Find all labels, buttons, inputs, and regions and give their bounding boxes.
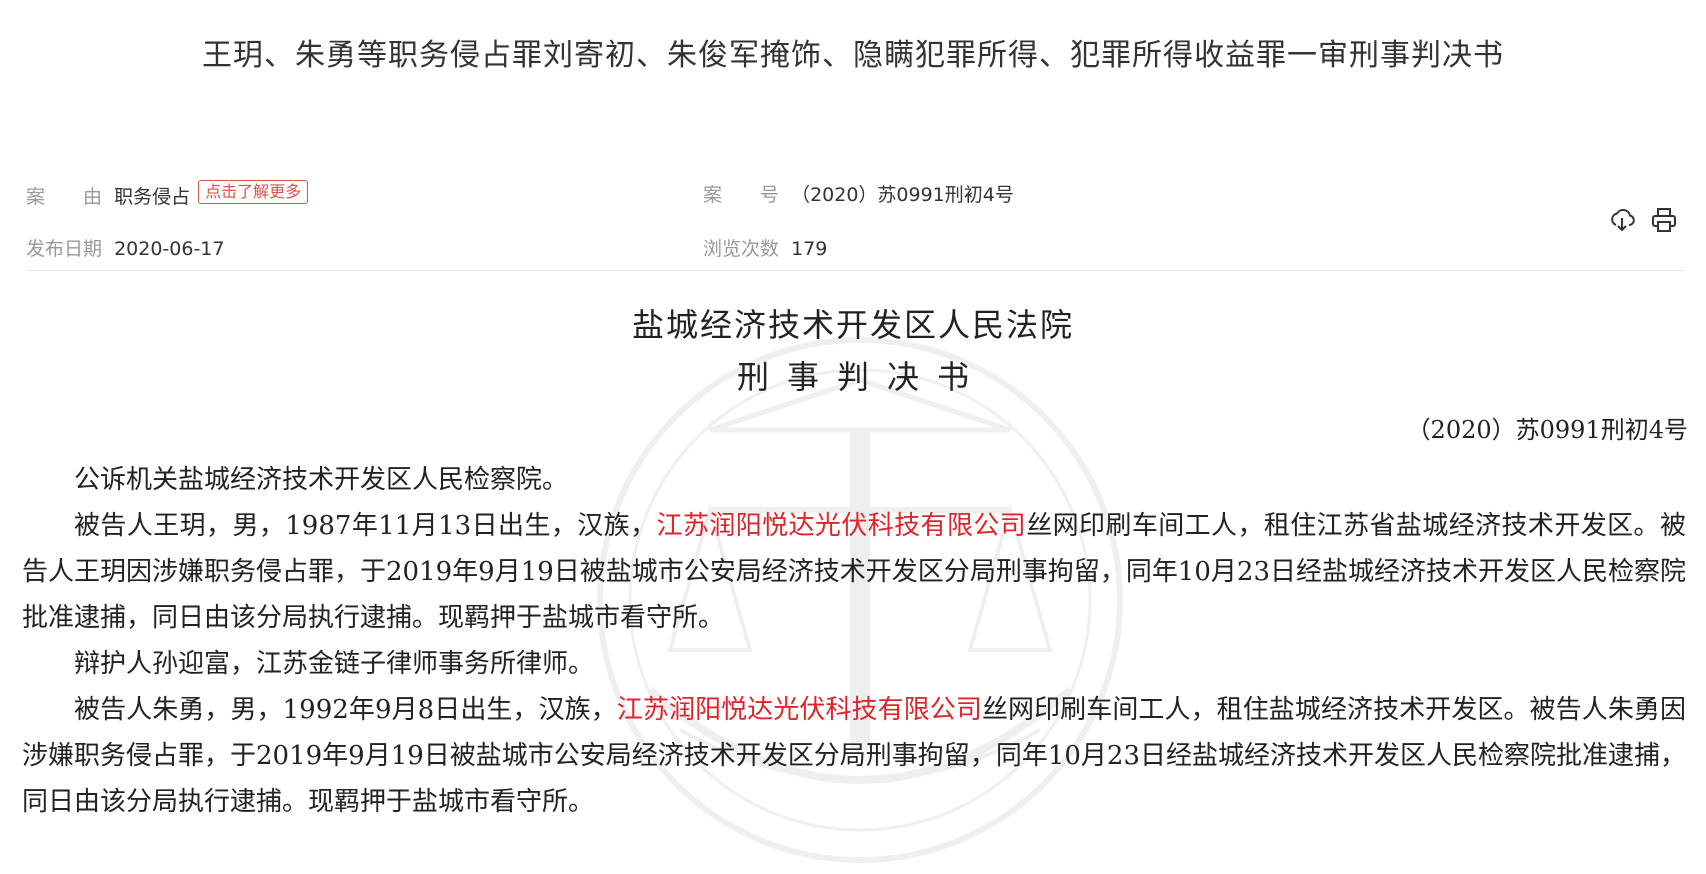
print-icon[interactable] <box>1650 206 1678 234</box>
case-cause-label: 案 由 <box>26 186 103 208</box>
court-name: 盐城经济技术开发区人民法院 <box>631 306 1074 344</box>
toolbar <box>1608 206 1678 234</box>
company-link[interactable]: 江苏润阳悦达光伏科技有限公司 <box>617 695 982 725</box>
paragraph-defender: 辩护人孙迎富，江苏金链子律师事务所律师。 <box>74 649 595 679</box>
paragraph-defendant-2: 被告人朱勇，男，1992年9月8日出生，汉族，江苏润阳悦达光伏科技有限公司丝网印… <box>22 687 1686 825</box>
meta-row-2: 发布日期 2020-06-17 浏览次数 179 <box>26 234 1686 264</box>
paragraph-prosecutor: 公诉机关盐城经济技术开发区人民检察院。 <box>74 465 569 495</box>
paragraph-defendant-1: 被告人王玥，男，1987年11月13日出生，汉族，江苏润阳悦达光伏科技有限公司丝… <box>22 503 1686 641</box>
document-type: 刑事判决书 <box>736 358 987 396</box>
case-cause: 案 由 职务侵占 点击了解更多 <box>26 180 309 212</box>
paragraph-text: 被告人朱勇，男，1992年9月8日出生，汉族， <box>74 695 617 725</box>
case-number-value: （2020）苏0991刑初4号 <box>791 184 1014 206</box>
page-title: 王玥、朱勇等职务侵占罪刘寄初、朱俊军掩饰、隐瞒犯罪所得、犯罪所得收益罪一审刑事判… <box>202 38 1504 73</box>
case-number: 案 号 （2020）苏0991刑初4号 <box>703 180 1014 210</box>
case-number-label: 案 号 <box>703 184 780 206</box>
document-body: 公诉机关盐城经济技术开发区人民检察院。 被告人王玥，男，1987年11月13日出… <box>22 457 1686 825</box>
publish-date-label: 发布日期 <box>26 238 103 260</box>
meta-row-1: 案 由 职务侵占 点击了解更多 案 号 （2020）苏0991刑初4号 <box>26 180 1686 210</box>
document-number: （2020）苏0991刑初4号 <box>1406 416 1688 444</box>
case-cause-value: 职务侵占 <box>114 186 191 208</box>
publish-date: 发布日期 2020-06-17 <box>26 234 224 264</box>
download-icon[interactable] <box>1608 206 1636 234</box>
view-count-value: 179 <box>791 238 828 260</box>
publish-date-value: 2020-06-17 <box>114 238 225 260</box>
paragraph-text: 被告人王玥，男，1987年11月13日出生，汉族， <box>74 511 657 541</box>
company-link[interactable]: 江苏润阳悦达光伏科技有限公司 <box>656 511 1026 541</box>
learn-more-button[interactable]: 点击了解更多 <box>198 180 309 204</box>
view-count: 浏览次数 179 <box>703 234 827 264</box>
meta-divider <box>26 270 1684 271</box>
view-count-label: 浏览次数 <box>703 238 780 260</box>
